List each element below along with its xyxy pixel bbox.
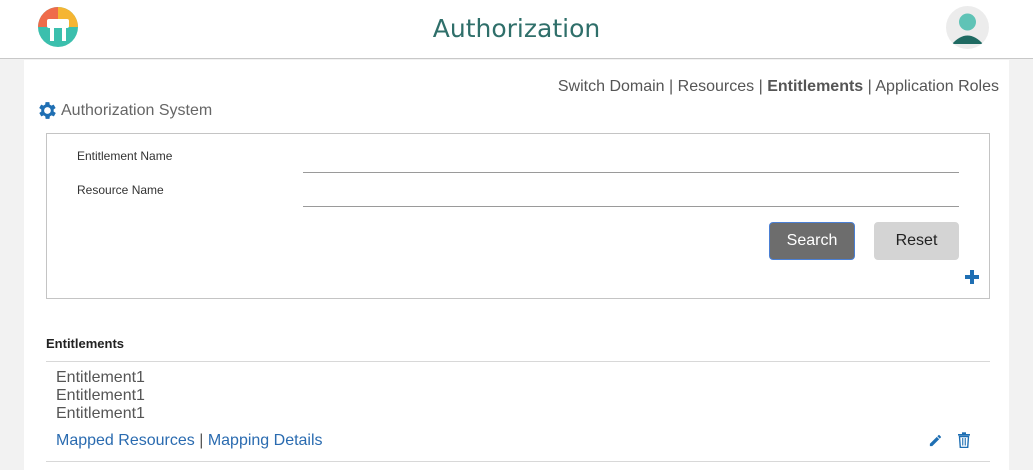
nav-separator: | <box>669 78 678 95</box>
search-form: Entitlement Name Resource Name Search Re… <box>46 133 990 299</box>
system-title: Authorization System <box>35 99 212 122</box>
resource-name-input[interactable] <box>303 185 959 207</box>
nav-switch-domain[interactable]: Switch Domain <box>558 78 665 95</box>
trash-icon[interactable] <box>957 432 971 448</box>
entitlement-item: Entitlement1 <box>56 369 145 386</box>
divider <box>46 361 990 362</box>
mapping-details-link[interactable]: Mapping Details <box>208 432 323 449</box>
nav-resources[interactable]: Resources <box>678 78 754 95</box>
entitlement-name-label: Entitlement Name <box>77 149 173 163</box>
entitlements-heading: Entitlements <box>46 336 125 351</box>
domain-nav: Switch Domain | Resources | Entitlements… <box>558 78 999 96</box>
entitlement-name-input[interactable] <box>303 151 959 173</box>
nav-entitlements[interactable]: Entitlements <box>767 78 863 95</box>
right-gutter <box>1025 60 1033 470</box>
link-separator: | <box>199 432 208 449</box>
left-gutter <box>0 60 8 470</box>
entitlement-links: Mapped Resources | Mapping Details <box>56 432 323 450</box>
gear-icon <box>39 102 56 119</box>
plus-icon[interactable] <box>965 270 979 284</box>
entitlement-item: Entitlement1 <box>56 387 145 404</box>
pencil-icon[interactable] <box>928 433 943 448</box>
mapped-resources-link[interactable]: Mapped Resources <box>56 432 195 449</box>
nav-separator: | <box>758 78 768 95</box>
user-avatar-icon[interactable] <box>946 6 989 49</box>
search-button[interactable]: Search <box>769 222 855 260</box>
resource-name-label: Resource Name <box>77 183 164 197</box>
app-title: Authorization <box>432 14 601 43</box>
reset-button[interactable]: Reset <box>874 222 959 260</box>
system-title-label: Authorization System <box>61 101 213 119</box>
entitlement-item: Entitlement1 <box>56 405 145 422</box>
main-panel: Switch Domain | Resources | Entitlements… <box>24 60 1009 470</box>
app-header: Authorization <box>0 0 1033 59</box>
divider <box>46 461 990 462</box>
nav-application-roles[interactable]: Application Roles <box>875 78 999 95</box>
